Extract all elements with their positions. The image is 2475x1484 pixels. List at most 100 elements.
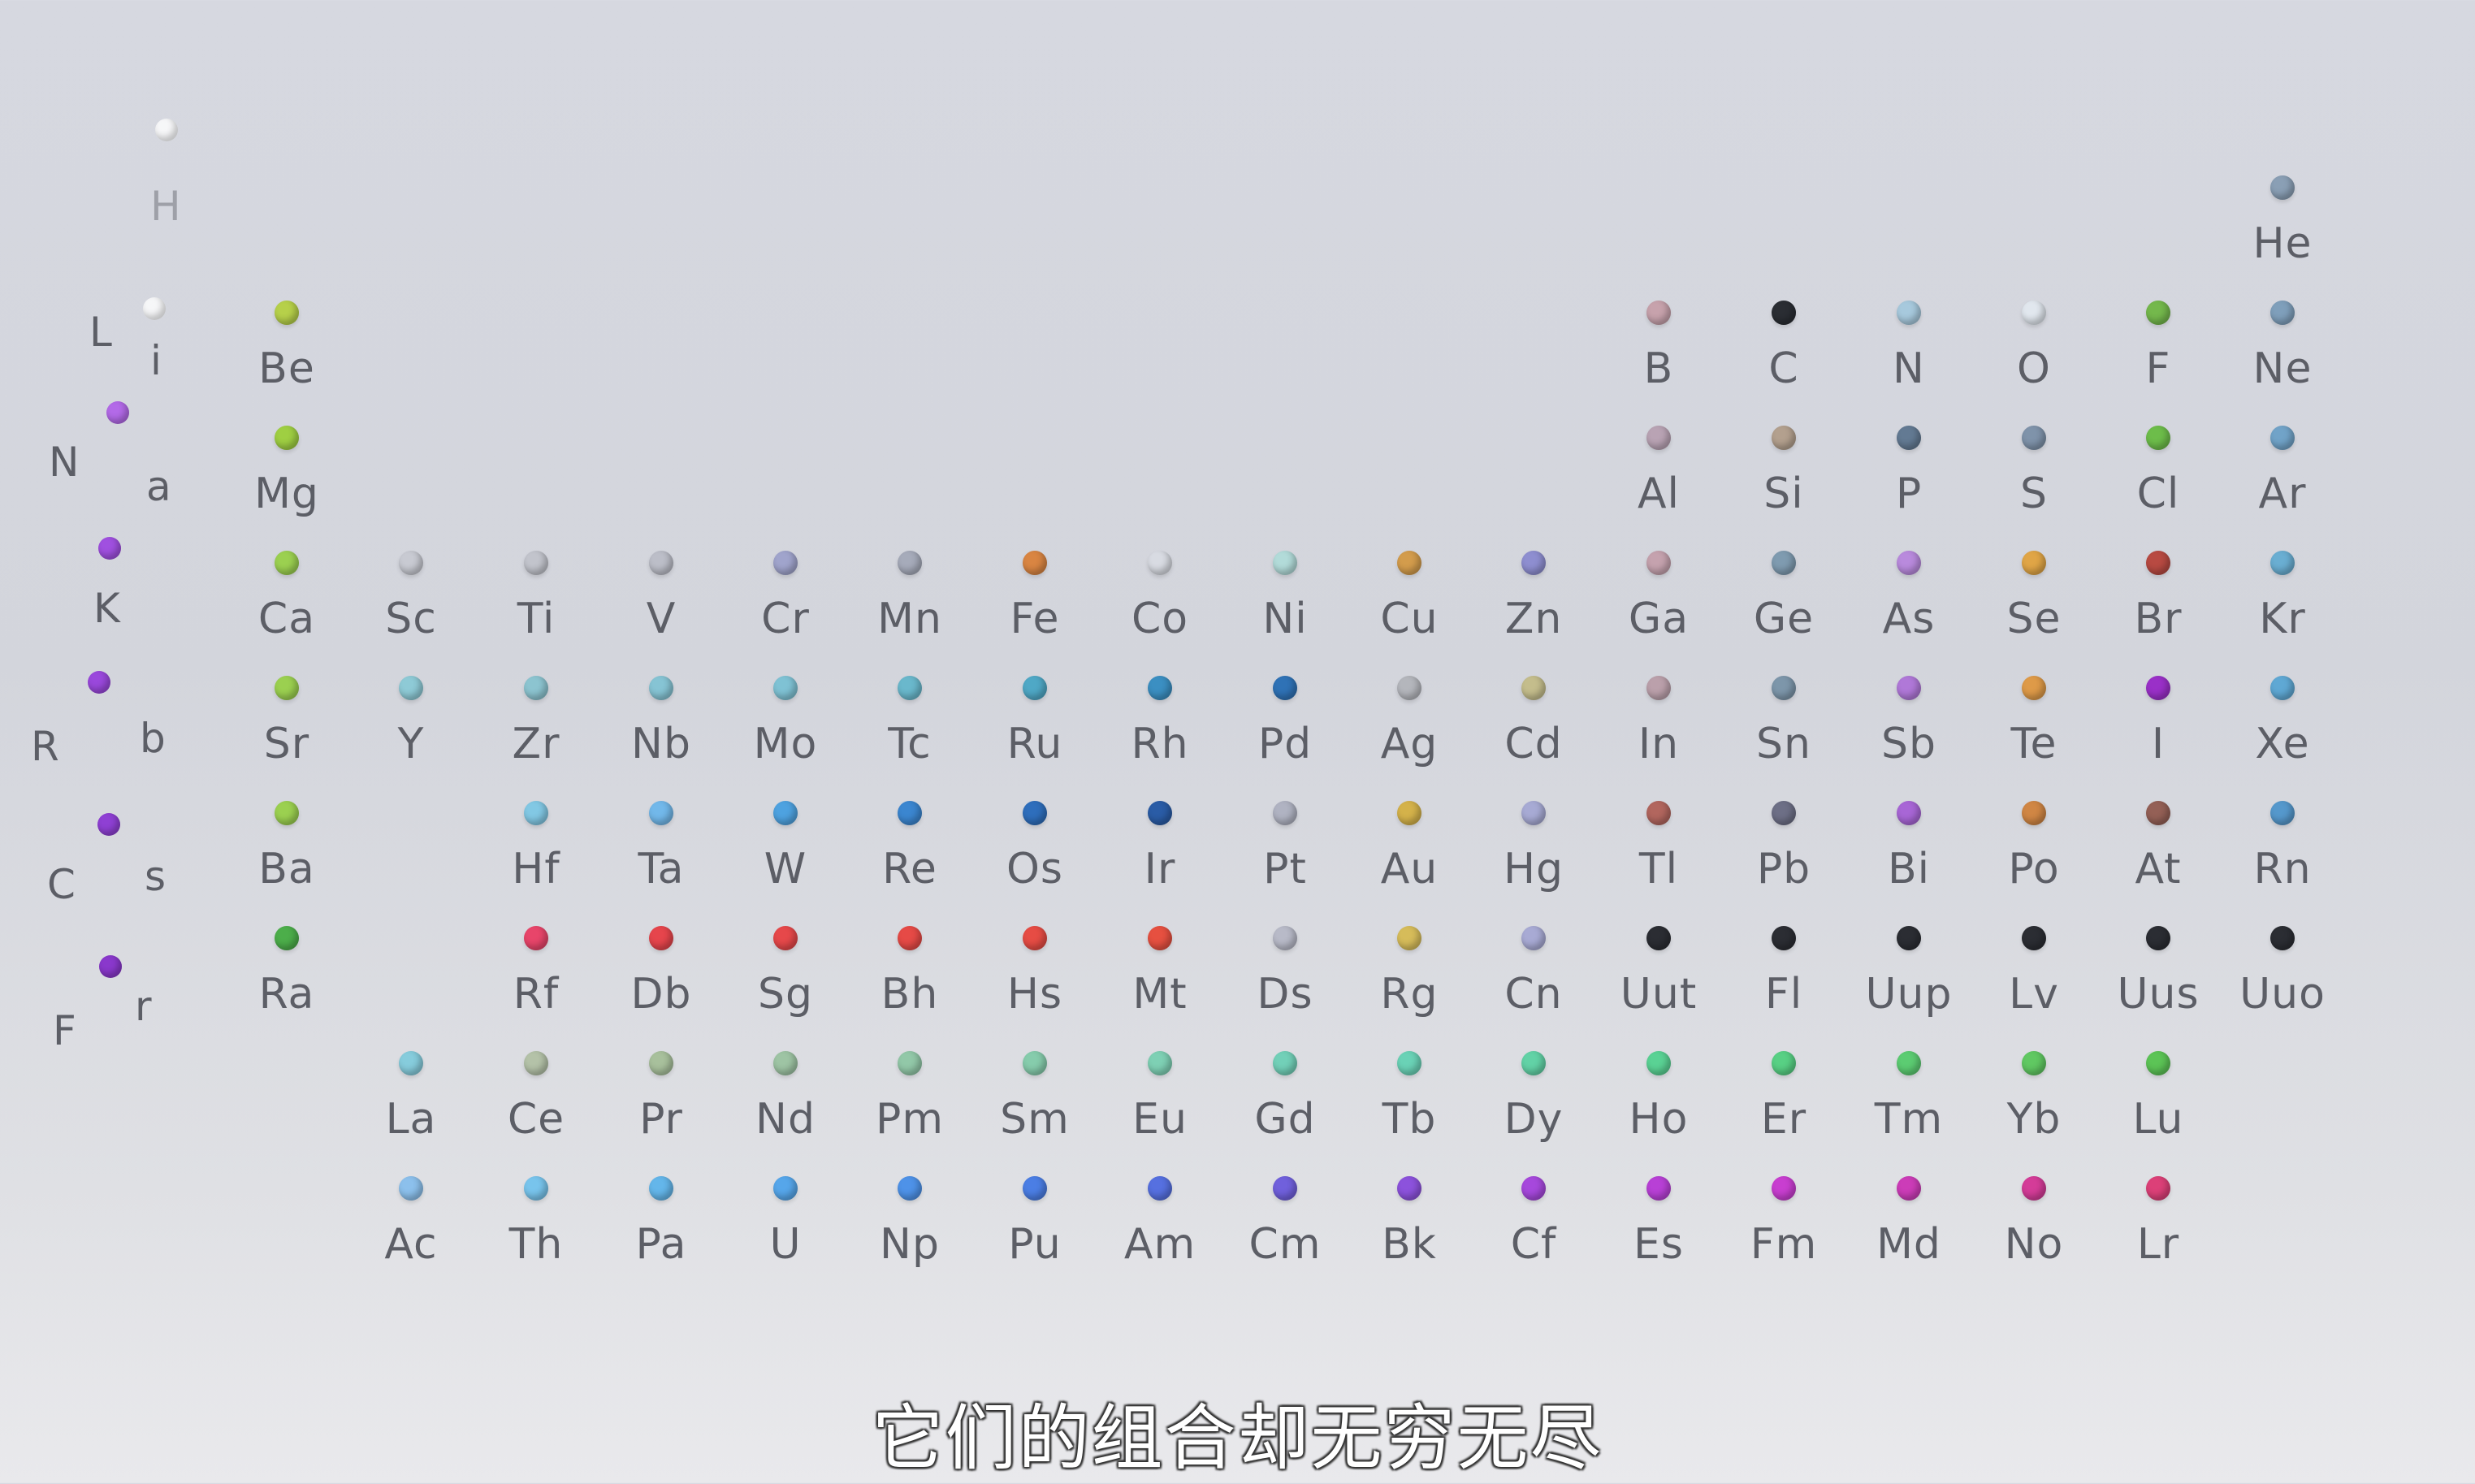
element-symbol: V bbox=[646, 595, 677, 643]
scattered-letter: a bbox=[146, 463, 171, 510]
element-symbol: Dy bbox=[1504, 1095, 1564, 1144]
element-symbol: Am bbox=[1123, 1220, 1196, 1269]
element-symbol: Sn bbox=[1756, 720, 1811, 768]
element-symbol: At bbox=[2135, 845, 2182, 893]
element-symbol: Sr bbox=[263, 720, 310, 768]
element-symbol: Se bbox=[2006, 595, 2062, 643]
element-bk: Bk bbox=[1361, 1162, 1458, 1275]
element-mg: Mg bbox=[238, 411, 335, 525]
element-sphere bbox=[524, 926, 548, 950]
element-symbol: Mg bbox=[254, 469, 319, 518]
scattered-sphere bbox=[106, 401, 129, 424]
element-b: B bbox=[1610, 286, 1707, 400]
element-sphere bbox=[1148, 801, 1172, 825]
element-sphere bbox=[1646, 801, 1671, 825]
element-symbol: Ru bbox=[1006, 720, 1063, 768]
element-la: La bbox=[362, 1036, 460, 1150]
element-sphere bbox=[2022, 426, 2046, 450]
element-sphere bbox=[1273, 1176, 1297, 1201]
element-sphere bbox=[2022, 1176, 2046, 1201]
element-sphere bbox=[1772, 801, 1796, 825]
element-sphere bbox=[1397, 1176, 1421, 1201]
element-db: Db bbox=[612, 911, 710, 1025]
scattered-letter: H bbox=[150, 183, 181, 230]
scattered-letter: b bbox=[140, 715, 166, 762]
element-symbol: Ge bbox=[1753, 595, 1815, 643]
element-symbol: Ti bbox=[517, 595, 556, 643]
element-sphere bbox=[1897, 551, 1921, 575]
element-sphere bbox=[898, 676, 922, 700]
element-sphere bbox=[524, 676, 548, 700]
element-se: Se bbox=[1985, 536, 2083, 650]
element-symbol: No bbox=[2004, 1220, 2064, 1269]
element-sphere bbox=[399, 551, 423, 575]
element-sphere bbox=[1148, 676, 1172, 700]
element-cd: Cd bbox=[1485, 661, 1582, 775]
element-symbol: Ca bbox=[257, 595, 316, 643]
element-sphere bbox=[1646, 1176, 1671, 1201]
element-sphere bbox=[2146, 801, 2170, 825]
element-symbol: Rf bbox=[513, 970, 560, 1019]
element-symbol: B bbox=[1643, 344, 1674, 393]
element-symbol: Cn bbox=[1504, 970, 1563, 1019]
element-symbol: Pm bbox=[875, 1095, 944, 1144]
element-tm: Tm bbox=[1860, 1036, 1958, 1150]
element-sphere bbox=[1772, 551, 1796, 575]
element-ce: Ce bbox=[487, 1036, 585, 1150]
element-sphere bbox=[1273, 926, 1297, 950]
element-ne: Ne bbox=[2234, 286, 2331, 400]
element-sphere bbox=[898, 551, 922, 575]
element-symbol: Lv bbox=[2009, 970, 2059, 1019]
element-symbol: C bbox=[1768, 344, 1799, 393]
element-symbol: Zn bbox=[1504, 595, 1563, 643]
element-symbol: Ga bbox=[1628, 595, 1690, 643]
element-symbol: Xe bbox=[2255, 720, 2310, 768]
element-sphere bbox=[1023, 1176, 1047, 1201]
element-sphere bbox=[1646, 676, 1671, 700]
element-symbol: Tl bbox=[1638, 845, 1679, 893]
scattered-letter: F bbox=[53, 1007, 76, 1054]
element-ir: Ir bbox=[1111, 786, 1209, 900]
element-symbol: As bbox=[1882, 595, 1936, 643]
element-symbol: Tb bbox=[1382, 1095, 1437, 1144]
element-symbol: Te bbox=[2010, 720, 2057, 768]
element-symbol: Mt bbox=[1132, 970, 1188, 1019]
element-sphere bbox=[524, 801, 548, 825]
element-zr: Zr bbox=[487, 661, 585, 775]
element-lv: Lv bbox=[1985, 911, 2083, 1025]
scattered-letter: K bbox=[93, 585, 120, 632]
element-er: Er bbox=[1735, 1036, 1832, 1150]
element-hf: Hf bbox=[487, 786, 585, 900]
element-cr: Cr bbox=[737, 536, 834, 650]
element-symbol: Nb bbox=[631, 720, 691, 768]
element-symbol: Be bbox=[258, 344, 315, 393]
element-sphere bbox=[649, 676, 673, 700]
element-nd: Nd bbox=[737, 1036, 834, 1150]
element-sphere bbox=[2146, 301, 2170, 325]
element-fe: Fe bbox=[986, 536, 1084, 650]
element-cu: Cu bbox=[1361, 536, 1458, 650]
element-sphere bbox=[524, 1176, 548, 1201]
element-he: He bbox=[2234, 161, 2331, 275]
element-sphere bbox=[773, 926, 798, 950]
element-sphere bbox=[2270, 801, 2295, 825]
element-symbol: Ag bbox=[1380, 720, 1439, 768]
element-sphere bbox=[898, 801, 922, 825]
element-ba: Ba bbox=[238, 786, 335, 900]
element-mt: Mt bbox=[1111, 911, 1209, 1025]
element-sphere bbox=[773, 1176, 798, 1201]
element-no: No bbox=[1985, 1162, 2083, 1275]
element-eu: Eu bbox=[1111, 1036, 1209, 1150]
element-yb: Yb bbox=[1985, 1036, 2083, 1150]
element-sphere bbox=[1897, 676, 1921, 700]
element-sphere bbox=[1521, 676, 1546, 700]
element-symbol: Bk bbox=[1382, 1220, 1437, 1269]
element-symbol: Pb bbox=[1756, 845, 1811, 893]
element-sphere bbox=[1897, 1176, 1921, 1201]
element-sphere bbox=[898, 1176, 922, 1201]
element-sphere bbox=[2022, 301, 2046, 325]
element-sphere bbox=[773, 801, 798, 825]
element-sphere bbox=[1521, 926, 1546, 950]
element-symbol: Bh bbox=[881, 970, 939, 1019]
element-uuo: Uuo bbox=[2234, 911, 2331, 1025]
